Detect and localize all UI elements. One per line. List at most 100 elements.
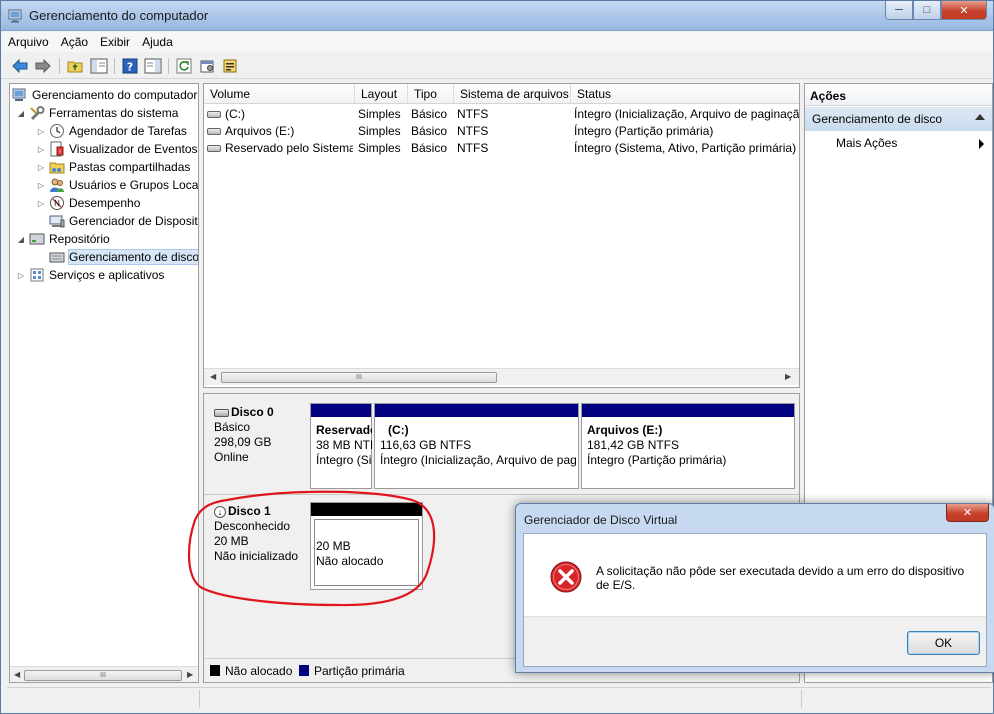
disk-1-name: Disco 1 xyxy=(228,504,271,518)
collapsed-arrow-icon[interactable]: ▷ xyxy=(36,145,46,154)
partition-e[interactable]: Arquivos (E:) 181,42 GB NTFS Íntegro (Pa… xyxy=(581,403,795,489)
scroll-right-icon[interactable]: ▶ xyxy=(187,670,193,679)
shared-folder-icon xyxy=(49,159,65,175)
legend-swatch-unallocated xyxy=(210,665,220,676)
table-row[interactable]: (C:) Simples Básico NTFS Íntegro (Inicia… xyxy=(204,105,799,122)
partition-unallocated[interactable]: 20 MB Não alocado xyxy=(310,502,423,590)
help-button[interactable]: ? xyxy=(121,57,139,75)
partition-reserved[interactable]: Reservado 38 MB NTFS Íntegro (Sistema xyxy=(310,403,372,489)
show-action-pane-button[interactable] xyxy=(144,57,162,75)
tree-item-root[interactable]: Gerenciamento do computador xyxy=(12,86,197,104)
volume-horizontal-scrollbar[interactable]: ◀ III ▶ xyxy=(204,368,799,385)
menu-acao[interactable]: Ação xyxy=(54,32,93,49)
scroll-thumb[interactable]: III xyxy=(24,670,182,681)
tree-item-storage[interactable]: ◢ Repositório xyxy=(16,230,110,248)
collapsed-arrow-icon[interactable]: ▷ xyxy=(36,181,46,190)
close-icon: ✕ xyxy=(959,4,969,17)
tree-item-disk-management[interactable]: Gerenciamento de disco xyxy=(36,248,198,266)
refresh-button[interactable] xyxy=(175,57,193,75)
tree-item-event-viewer[interactable]: ▷ ! Visualizador de Eventos xyxy=(36,140,198,158)
dialog-message: A solicitação não pôde ser executada dev… xyxy=(596,564,965,592)
column-header-filesystem[interactable]: Sistema de arquivos xyxy=(454,84,571,104)
more-actions-label: Mais Ações xyxy=(836,136,898,150)
volume-name: Arquivos (E:) xyxy=(225,124,295,138)
partition-status: Íntegro (Sistema xyxy=(316,453,372,467)
collapsed-arrow-icon[interactable]: ▷ xyxy=(36,163,46,172)
column-header-volume[interactable]: Volume xyxy=(204,84,355,104)
export-icon xyxy=(223,59,237,73)
menu-ajuda[interactable]: Ajuda xyxy=(135,32,178,49)
disk-separator xyxy=(204,494,799,495)
actions-section-disk-management[interactable]: Gerenciamento de disco xyxy=(805,107,992,131)
tree-item-task-scheduler[interactable]: ▷ Agendador de Tarefas xyxy=(36,122,187,140)
partition-size: 38 MB NTFS xyxy=(316,438,372,452)
tree-item-local-users-groups[interactable]: ▷ Usuários e Grupos Locais xyxy=(36,176,198,194)
volume-drive-icon xyxy=(207,111,221,119)
volume-status: Íntegro (Partição primária) xyxy=(574,124,714,138)
tree-item-performance[interactable]: ▷ N Desempenho xyxy=(36,194,140,212)
window-title: Gerenciamento do computador xyxy=(29,8,209,23)
close-icon: ✕ xyxy=(962,507,973,519)
collapsed-arrow-icon[interactable]: ▷ xyxy=(36,199,46,208)
error-icon xyxy=(550,561,582,593)
tree-label: Serviços e aplicativos xyxy=(49,268,165,282)
tree-item-services-apps[interactable]: ▷ Serviços e aplicativos xyxy=(16,266,164,284)
expanded-arrow-icon[interactable]: ◢ xyxy=(16,235,26,244)
collapsed-arrow-icon[interactable]: ▷ xyxy=(36,127,46,136)
system-tools-icon xyxy=(29,105,45,121)
column-header-layout[interactable]: Layout xyxy=(355,84,408,104)
column-header-type[interactable]: Tipo xyxy=(408,84,454,104)
expanded-arrow-icon[interactable]: ◢ xyxy=(16,109,26,118)
tree-item-system-tools[interactable]: ◢ Ferramentas do sistema xyxy=(16,104,178,122)
export-list-button[interactable] xyxy=(221,57,239,75)
scroll-left-icon[interactable]: ◀ xyxy=(210,372,216,381)
maximize-button[interactable]: □ xyxy=(913,1,941,20)
scroll-left-icon[interactable]: ◀ xyxy=(14,670,20,679)
properties-button[interactable] xyxy=(198,57,216,75)
disk-warning-icon: ↓ xyxy=(214,505,226,518)
tree-item-shared-folders[interactable]: ▷ Pastas compartilhadas xyxy=(36,158,190,176)
tree-label: Pastas compartilhadas xyxy=(69,160,191,174)
disk-1-info[interactable]: ↓ Disco 1 Desconhecido 20 MB Não iniciali… xyxy=(214,504,298,564)
forward-button[interactable] xyxy=(34,57,52,75)
legend-unallocated: Não alocado xyxy=(225,664,293,678)
minimize-icon: ─ xyxy=(895,4,903,16)
computer-management-window: Gerenciamento do computador ─ □ ✕ Arquiv… xyxy=(0,0,994,714)
tree-horizontal-scrollbar[interactable]: ◀ III ▶ xyxy=(10,666,198,682)
scroll-right-icon[interactable]: ▶ xyxy=(785,372,791,381)
column-header-status[interactable]: Status xyxy=(571,84,799,104)
device-manager-icon xyxy=(49,213,65,229)
legend-swatch-primary xyxy=(299,665,309,676)
table-row[interactable]: Reservado pelo Sistema Simples Básico NT… xyxy=(204,139,799,156)
scroll-thumb[interactable]: III xyxy=(221,372,497,383)
menu-exibir[interactable]: Exibir xyxy=(93,32,135,49)
forward-arrow-icon xyxy=(35,59,51,73)
table-row[interactable]: Arquivos (E:) Simples Básico NTFS Íntegr… xyxy=(204,122,799,139)
up-folder-button[interactable] xyxy=(66,57,84,75)
more-actions-item[interactable]: Mais Ações xyxy=(836,136,984,150)
disk-1-state: Não inicializado xyxy=(214,549,299,563)
volume-type: Básico xyxy=(411,124,448,138)
tree-label: Agendador de Tarefas xyxy=(69,124,187,138)
partition-c[interactable]: (C:) 116,63 GB NTFS Íntegro (Inicializaç… xyxy=(374,403,579,489)
performance-icon: N xyxy=(49,195,65,211)
minimize-button[interactable]: ─ xyxy=(885,1,913,20)
dialog-body: A solicitação não pôde ser executada dev… xyxy=(523,533,987,667)
ok-button[interactable]: OK xyxy=(907,631,980,655)
tree-label: Repositório xyxy=(49,232,110,246)
disk-0-info[interactable]: Disco 0 Básico 298,09 GB Online xyxy=(214,405,274,465)
close-button[interactable]: ✕ xyxy=(941,1,987,20)
tree-item-device-manager[interactable]: Gerenciador de Dispositivos xyxy=(36,212,198,230)
back-button[interactable] xyxy=(11,57,29,75)
svg-text:?: ? xyxy=(127,61,133,74)
disk-drive-icon xyxy=(214,408,229,417)
volume-status: Íntegro (Inicialização, Arquivo de pagin… xyxy=(574,107,799,121)
collapsed-arrow-icon[interactable]: ▷ xyxy=(16,271,26,280)
disk-0-state: Online xyxy=(214,450,249,464)
show-hide-tree-button[interactable] xyxy=(90,57,108,75)
collapse-up-icon[interactable] xyxy=(975,114,985,120)
disk-1-type: Desconhecido xyxy=(214,519,291,533)
partition-status: Não alocado xyxy=(316,554,384,568)
dialog-close-button[interactable]: ✕ xyxy=(946,504,989,522)
menu-arquivo[interactable]: Arquivo xyxy=(1,32,54,49)
